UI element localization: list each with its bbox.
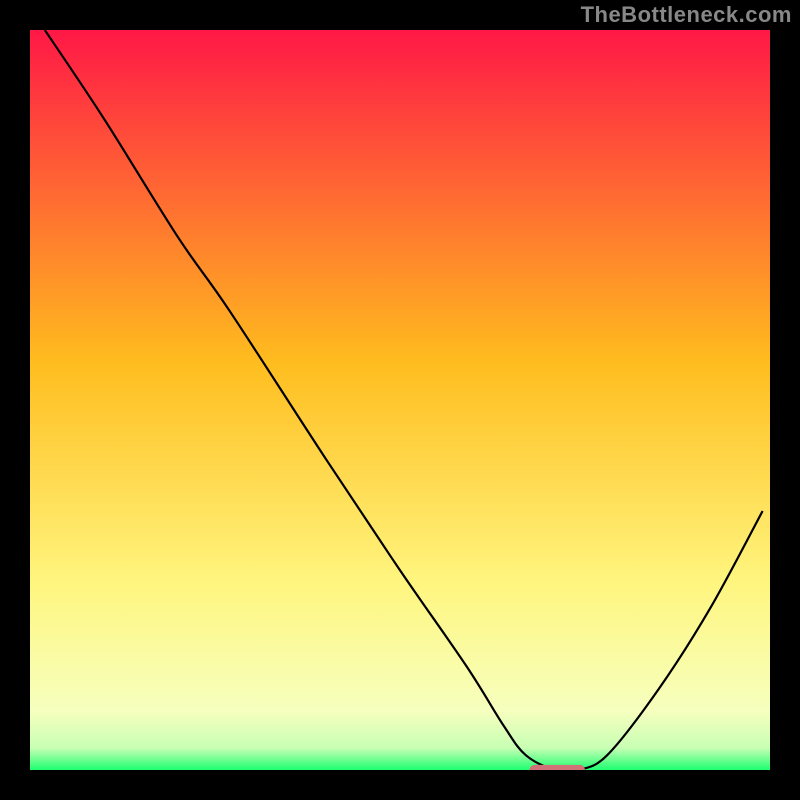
chart-container: TheBottleneck.com: [0, 0, 800, 800]
chart-background: [30, 30, 770, 770]
bottleneck-chart: [30, 30, 770, 770]
watermark-text: TheBottleneck.com: [581, 2, 792, 28]
optimal-marker: [530, 765, 586, 770]
